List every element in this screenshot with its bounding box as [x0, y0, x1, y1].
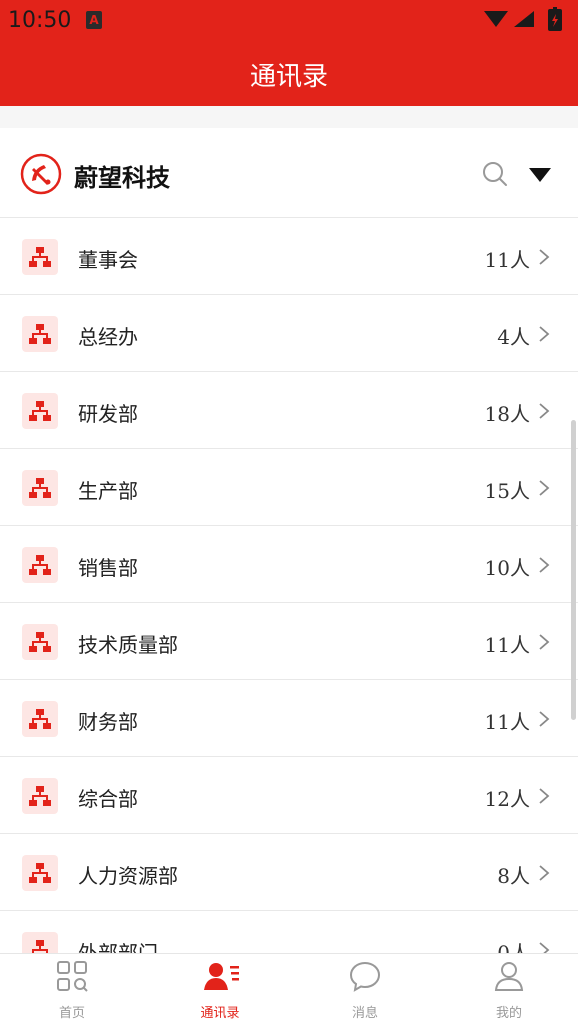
- grid-search-icon: [57, 961, 88, 992]
- department-row[interactable]: 技术质量部 11人: [0, 603, 578, 680]
- org-chart-icon: [22, 239, 58, 275]
- header-gap: [0, 106, 578, 128]
- org-name: 蔚望科技: [74, 164, 170, 192]
- contacts-icon: [204, 963, 239, 990]
- department-count: 11人: [484, 633, 530, 657]
- department-count: 15人: [484, 479, 530, 503]
- department-count: 18人: [484, 402, 530, 426]
- tab-label: 首页: [58, 1006, 85, 1021]
- user-icon: [494, 962, 524, 991]
- status-bar: 10:50 A: [0, 0, 578, 40]
- chevron-right-icon: [539, 403, 550, 419]
- status-time: 10:50: [8, 8, 72, 33]
- department-name: 生产部: [78, 479, 138, 503]
- org-chart-icon: [22, 701, 58, 737]
- department-count: 11人: [484, 710, 530, 734]
- page-title: 通讯录: [249, 62, 328, 92]
- department-list: 董事会 11人 总经办 4人 研发部 18人 生产部 15人 销售部 10人 技…: [0, 218, 578, 988]
- chevron-right-icon: [539, 557, 550, 573]
- org-chart-icon: [22, 778, 58, 814]
- chevron-right-icon: [539, 249, 550, 265]
- chevron-right-icon: [539, 865, 550, 881]
- dropdown-triangle-icon[interactable]: [528, 166, 552, 184]
- org-chart-icon: [22, 316, 58, 352]
- department-count: 10人: [484, 556, 530, 580]
- chevron-right-icon: [539, 326, 550, 342]
- org-chart-icon: [22, 547, 58, 583]
- department-name: 销售部: [78, 556, 138, 580]
- department-name: 财务部: [78, 710, 138, 734]
- bottom-tab-bar: 首页 通讯录 消息 我的: [0, 953, 578, 1027]
- app-header: 10:50 A 通讯录: [0, 0, 578, 106]
- chat-bubble-icon: [349, 961, 381, 992]
- tab-home[interactable]: 首页: [0, 954, 144, 1027]
- department-name: 综合部: [78, 787, 138, 811]
- department-name: 人力资源部: [78, 864, 178, 888]
- tab-profile[interactable]: 我的: [437, 954, 578, 1027]
- org-chart-icon: [22, 470, 58, 506]
- department-row[interactable]: 董事会 11人: [0, 218, 578, 295]
- department-row[interactable]: 人力资源部 8人: [0, 834, 578, 911]
- tab-contacts[interactable]: 通讯录: [148, 954, 292, 1027]
- department-row[interactable]: 总经办 4人: [0, 295, 578, 372]
- org-chart-icon: [22, 624, 58, 660]
- chevron-right-icon: [539, 788, 550, 804]
- department-name: 研发部: [78, 402, 138, 426]
- party-emblem-icon: [20, 153, 62, 195]
- department-name: 技术质量部: [78, 633, 178, 657]
- org-chart-icon: [22, 855, 58, 891]
- org-selector[interactable]: 蔚望科技: [0, 128, 578, 218]
- status-indicators-icon: [484, 7, 562, 31]
- department-count: 11人: [484, 248, 530, 272]
- scrollbar[interactable]: [571, 420, 576, 720]
- chevron-right-icon: [539, 634, 550, 650]
- department-row[interactable]: 销售部 10人: [0, 526, 578, 603]
- department-name: 总经办: [78, 325, 138, 349]
- department-row[interactable]: 生产部 15人: [0, 449, 578, 526]
- department-row[interactable]: 研发部 18人: [0, 372, 578, 449]
- tab-label: 消息: [351, 1006, 378, 1021]
- org-chart-icon: [22, 393, 58, 429]
- chevron-right-icon: [539, 711, 550, 727]
- department-row[interactable]: 财务部 11人: [0, 680, 578, 757]
- department-row[interactable]: 综合部 12人: [0, 757, 578, 834]
- tab-label: 我的: [495, 1006, 522, 1021]
- search-icon[interactable]: [481, 160, 509, 188]
- department-name: 董事会: [78, 248, 138, 272]
- department-count: 12人: [484, 787, 530, 811]
- tab-label: 通讯录: [200, 1006, 240, 1021]
- department-count: 8人: [497, 864, 530, 888]
- notification-icon: A: [86, 11, 102, 29]
- chevron-right-icon: [539, 480, 550, 496]
- department-count: 4人: [497, 325, 530, 349]
- tab-messages[interactable]: 消息: [293, 954, 437, 1027]
